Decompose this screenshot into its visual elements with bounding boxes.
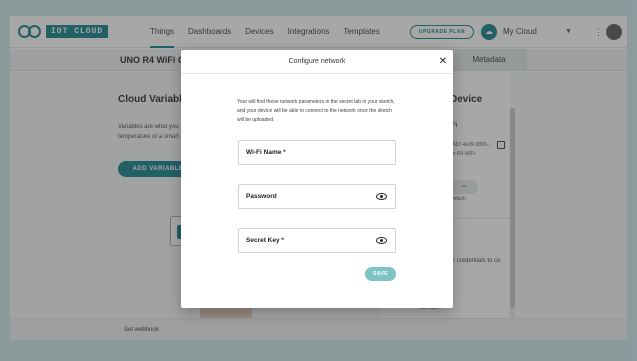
save-button[interactable]: SAVE <box>365 267 396 281</box>
wifi-name-field[interactable]: Wi-Fi Name * <box>238 140 396 165</box>
eye-icon[interactable] <box>376 237 387 244</box>
eye-icon[interactable] <box>376 193 387 200</box>
dialog-title: Configure network <box>288 58 346 65</box>
dialog-description: Your will find these network parameters … <box>237 99 395 123</box>
dialog-header: Configure network ✕ <box>181 50 453 74</box>
password-field[interactable]: Password <box>238 184 396 209</box>
secret-key-field[interactable]: Secret Key * <box>238 228 396 253</box>
secret-key-label: Secret Key * <box>246 237 284 244</box>
close-icon[interactable]: ✕ <box>439 50 447 74</box>
configure-network-dialog: Configure network ✕ Your will find these… <box>181 50 453 308</box>
wifi-name-label: Wi-Fi Name * <box>246 149 286 156</box>
password-label: Password <box>246 193 277 200</box>
